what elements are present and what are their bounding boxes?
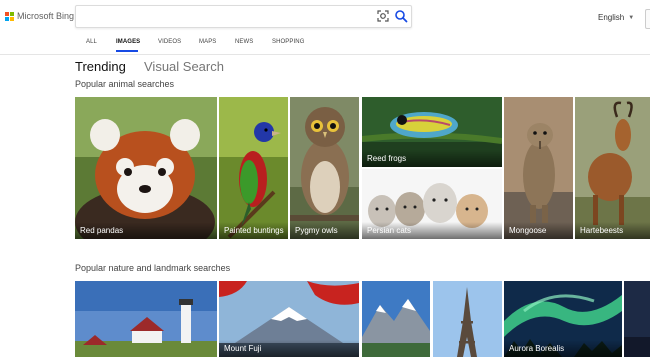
tab-images[interactable]: IMAGES: [116, 39, 140, 45]
nav-divider: [0, 54, 650, 55]
tab-news[interactable]: NEWS: [235, 39, 253, 45]
antelope-image: [575, 97, 650, 239]
tab-maps[interactable]: MAPS: [199, 39, 216, 45]
active-tab-indicator: [116, 50, 138, 52]
search-icon[interactable]: [394, 9, 408, 23]
language-label: English: [598, 13, 625, 22]
account-button[interactable]: [645, 9, 650, 29]
red-panda-image: [75, 97, 217, 239]
eiffel-tower-image: [433, 281, 502, 357]
microsoft-logo-icon: [5, 11, 14, 21]
chevron-down-icon: ▼: [628, 14, 635, 21]
mongoose-image: [504, 97, 573, 239]
tab-videos[interactable]: VIDEOS: [158, 39, 181, 45]
night-sky-image: [624, 281, 650, 357]
tile-lighthouse[interactable]: [75, 281, 217, 357]
visual-search-icon[interactable]: [376, 9, 390, 23]
tab-shopping[interactable]: SHOPPING: [272, 39, 304, 45]
subtab-visual-search[interactable]: Visual Search: [144, 59, 224, 74]
tile-label: Reed frogs: [362, 150, 502, 167]
bird-image: [219, 97, 288, 239]
tile-label: Mount Fuji: [219, 340, 359, 357]
tile-label: Mongoose: [504, 222, 573, 239]
tile-painted-buntings[interactable]: Painted buntings: [219, 97, 288, 239]
tile-label: Painted buntings: [219, 222, 288, 239]
lighthouse-image: [75, 281, 217, 357]
search-box[interactable]: [75, 5, 412, 28]
tile-aurora-borealis[interactable]: Aurora Borealis: [504, 281, 622, 357]
tab-all[interactable]: ALL: [86, 39, 97, 45]
tile-red-pandas[interactable]: Red pandas: [75, 97, 217, 239]
tile-mount-fuji[interactable]: Mount Fuji: [219, 281, 359, 357]
alps-image: [362, 281, 430, 357]
tile-hartebeests[interactable]: Hartebeests: [575, 97, 650, 239]
section-title-nature: Popular nature and landmark searches: [75, 263, 231, 273]
tile-reed-frogs[interactable]: Reed frogs: [362, 97, 502, 167]
logo-text: Microsoft Bing: [17, 11, 75, 21]
tile-label: Hartebeests: [575, 222, 650, 239]
language-selector[interactable]: English ▼: [598, 13, 634, 22]
tile-label: Red pandas: [75, 222, 217, 239]
tile-night-sky[interactable]: [624, 281, 650, 357]
tile-alps[interactable]: [362, 281, 430, 357]
tile-label: Persian cats: [362, 222, 502, 239]
tile-label: Pygmy owls: [290, 222, 359, 239]
section-title-animals: Popular animal searches: [75, 79, 175, 89]
tile-label: Aurora Borealis: [504, 340, 622, 357]
bing-logo[interactable]: Microsoft Bing: [5, 11, 74, 21]
owl-image: [290, 97, 359, 239]
subtab-trending[interactable]: Trending: [75, 59, 126, 74]
tile-persian-cats[interactable]: Persian cats: [362, 169, 502, 239]
tile-mongoose[interactable]: Mongoose: [504, 97, 573, 239]
tile-pygmy-owls[interactable]: Pygmy owls: [290, 97, 359, 239]
search-input[interactable]: [82, 9, 376, 26]
tile-eiffel-tower[interactable]: [433, 281, 502, 357]
